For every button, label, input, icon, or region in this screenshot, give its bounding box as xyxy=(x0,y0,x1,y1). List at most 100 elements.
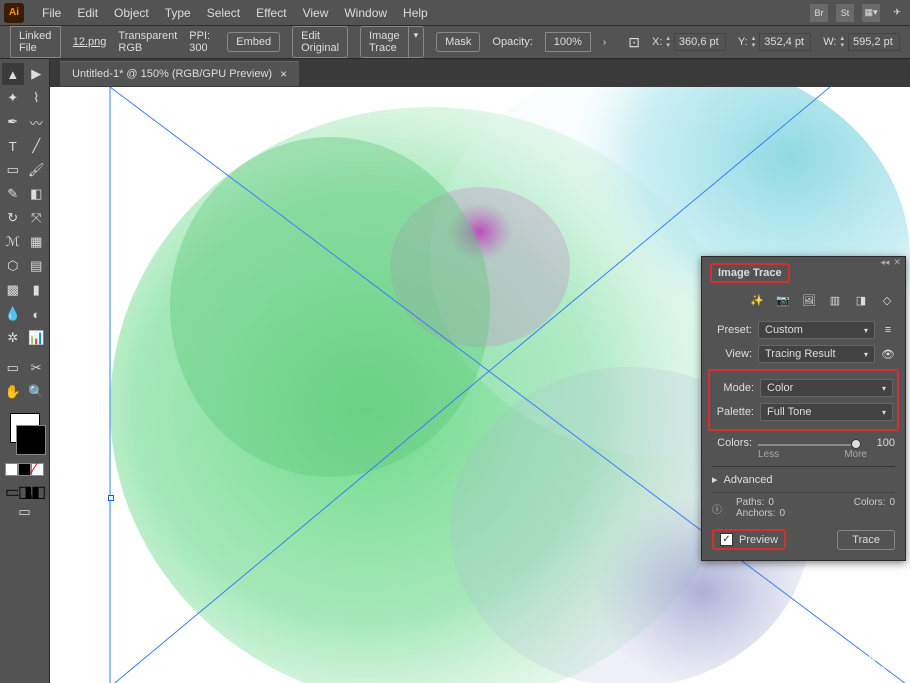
type-tool[interactable]: T xyxy=(2,135,24,157)
preset-auto-icon[interactable]: ✨ xyxy=(749,293,765,307)
view-eye-icon[interactable]: 👁 xyxy=(881,348,895,361)
scale-tool[interactable]: ⤧ xyxy=(26,207,48,229)
anchors-value: 0 xyxy=(779,508,785,519)
x-stepper[interactable]: ▴▾ xyxy=(666,35,670,49)
menu-type[interactable]: Type xyxy=(157,6,199,20)
hand-tool[interactable]: ✋ xyxy=(2,381,24,403)
colors-stat-label: Colors: xyxy=(854,497,886,519)
embed-button[interactable]: Embed xyxy=(227,32,280,52)
linked-file-indicator[interactable]: Linked File xyxy=(10,26,61,58)
menu-effect[interactable]: Effect xyxy=(248,6,294,20)
colors-value: 100 xyxy=(867,437,895,449)
palette-select[interactable]: Full Tone▾ xyxy=(760,403,893,421)
draw-behind-icon[interactable]: ◨ xyxy=(18,482,31,495)
sync-icon[interactable]: ✈ xyxy=(888,4,906,22)
symbol-sprayer-tool[interactable]: ✲ xyxy=(2,327,24,349)
preview-label: Preview xyxy=(739,534,778,546)
slider-less-label: Less xyxy=(758,449,779,460)
menu-window[interactable]: Window xyxy=(336,6,395,20)
preset-bw-icon[interactable]: ◨ xyxy=(853,293,869,307)
menu-object[interactable]: Object xyxy=(106,6,157,20)
direct-selection-tool[interactable]: ▶ xyxy=(26,63,48,85)
w-stepper[interactable]: ▴▾ xyxy=(840,35,844,49)
y-stepper[interactable]: ▴▾ xyxy=(752,35,756,49)
preset-outline-icon[interactable]: ◇ xyxy=(879,293,895,307)
y-label: Y: xyxy=(738,36,748,48)
filename-link[interactable]: 12.png xyxy=(73,36,107,48)
perspective-tool[interactable]: ▤ xyxy=(26,255,48,277)
pen-tool[interactable]: ✒ xyxy=(2,111,24,133)
eraser-tool[interactable]: ◧ xyxy=(26,183,48,205)
lasso-tool[interactable]: ⌇ xyxy=(26,87,48,109)
eyedropper-tool[interactable]: 💧 xyxy=(2,303,24,325)
chevron-right-icon: ▸ xyxy=(712,473,718,486)
document-tabbar: Untitled-1* @ 150% (RGB/GPU Preview) × xyxy=(50,59,910,87)
advanced-toggle[interactable]: ▸ Advanced xyxy=(712,466,895,492)
x-input[interactable] xyxy=(674,33,726,51)
trace-button[interactable]: Trace xyxy=(837,530,895,550)
gradient-mode-icon[interactable] xyxy=(18,463,31,476)
stock-icon[interactable]: St xyxy=(836,4,854,22)
menu-help[interactable]: Help xyxy=(395,6,436,20)
opacity-input[interactable]: 100% xyxy=(545,32,591,52)
draw-normal-icon[interactable]: ▭ xyxy=(5,482,18,495)
selection-tool[interactable]: ▲ xyxy=(2,63,24,85)
preset-photo-hf-icon[interactable]: 📷 xyxy=(775,293,791,307)
free-transform-tool[interactable]: ▦ xyxy=(26,231,48,253)
shaper-tool[interactable]: ✎ xyxy=(2,183,24,205)
draw-inside-icon[interactable]: ◧ xyxy=(31,482,44,495)
info-icon: ⓘ xyxy=(712,501,722,516)
x-label: X: xyxy=(652,36,662,48)
stroke-swatch[interactable] xyxy=(16,425,46,455)
preview-checkbox[interactable]: ✓ xyxy=(720,533,733,546)
selection-handle[interactable] xyxy=(108,495,114,501)
menu-file[interactable]: File xyxy=(34,6,69,20)
menu-view[interactable]: View xyxy=(295,6,337,20)
y-input[interactable] xyxy=(759,33,811,51)
preset-photo-lf-icon[interactable]: 🖼 xyxy=(801,293,817,307)
rotate-tool[interactable]: ↻ xyxy=(2,207,24,229)
ppi-info: PPI: 300 xyxy=(189,30,215,54)
arrange-icon[interactable]: ▦▾ xyxy=(862,4,880,22)
edit-original-button[interactable]: Edit Original xyxy=(292,26,348,58)
preset-select[interactable]: Custom▾ xyxy=(758,321,875,339)
mask-button[interactable]: Mask xyxy=(436,32,480,52)
panel-title: Image Trace xyxy=(710,263,790,283)
tab-close-icon[interactable]: × xyxy=(280,67,287,81)
w-label: W: xyxy=(823,36,836,48)
opacity-arrow[interactable]: › xyxy=(603,37,606,48)
curvature-tool[interactable]: 〰 xyxy=(26,111,48,133)
watermark: AAA xyxy=(842,650,900,678)
view-select[interactable]: Tracing Result▾ xyxy=(758,345,875,363)
bridge-icon[interactable]: Br xyxy=(810,4,828,22)
line-tool[interactable]: ╱ xyxy=(26,135,48,157)
screen-mode-icon[interactable]: ▭ xyxy=(14,501,36,523)
transform-icon[interactable]: ⊡ xyxy=(628,34,640,51)
magic-wand-tool[interactable]: ✦ xyxy=(2,87,24,109)
gradient-tool[interactable]: ▮ xyxy=(26,279,48,301)
none-mode-icon[interactable]: ⁄ xyxy=(31,463,44,476)
colors-label: Colors: xyxy=(712,437,752,449)
menu-edit[interactable]: Edit xyxy=(69,6,106,20)
w-input[interactable] xyxy=(848,33,900,51)
paintbrush-tool[interactable]: 🖌 xyxy=(26,159,48,181)
artboard-tool[interactable]: ▭ xyxy=(2,357,24,379)
preset-menu-icon[interactable]: ≡ xyxy=(881,324,895,336)
graph-tool[interactable]: 📊 xyxy=(26,327,48,349)
rectangle-tool[interactable]: ▭ xyxy=(2,159,24,181)
slice-tool[interactable]: ✂ xyxy=(26,357,48,379)
shape-builder-tool[interactable]: ⬡ xyxy=(2,255,24,277)
blend-tool[interactable]: ◐ xyxy=(26,303,48,325)
mode-select[interactable]: Color▾ xyxy=(760,379,893,397)
preset-3color-icon[interactable]: ▥ xyxy=(827,293,843,307)
mesh-tool[interactable]: ▩ xyxy=(2,279,24,301)
colors-slider[interactable] xyxy=(758,444,861,446)
color-mode-icon[interactable] xyxy=(5,463,18,476)
color-mode-label: Transparent RGB xyxy=(118,30,177,54)
view-label: View: xyxy=(712,348,752,360)
document-tab[interactable]: Untitled-1* @ 150% (RGB/GPU Preview) × xyxy=(60,61,299,86)
zoom-tool[interactable]: 🔍 xyxy=(26,381,48,403)
width-tool[interactable]: ℳ xyxy=(2,231,24,253)
menu-select[interactable]: Select xyxy=(199,6,248,20)
image-trace-dropdown[interactable]: Image Trace ▾ xyxy=(360,26,424,58)
